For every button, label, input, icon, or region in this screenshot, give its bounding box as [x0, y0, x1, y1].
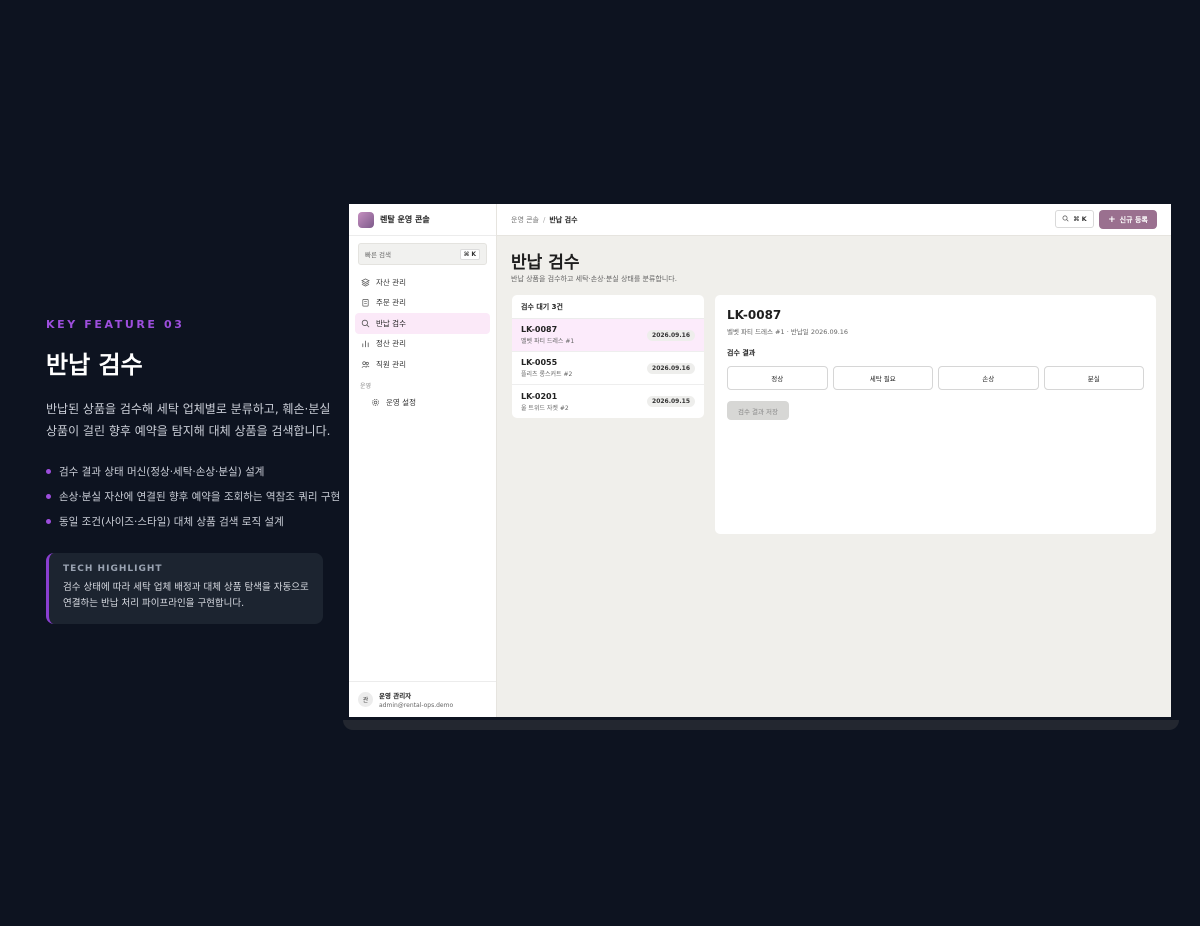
tech-highlight-card: TECH HIGHLIGHT 검수 상태에 따라 세탁 업체 배정과 대체 상품…: [46, 553, 323, 624]
sidebar-item-label: 자산 관리: [376, 277, 406, 287]
breadcrumb-current: 반납 검수: [549, 215, 578, 224]
queue-row[interactable]: LK-0201 울 트위드 자켓 #2 2026.09.15: [512, 385, 704, 418]
bullet-dot-icon: [46, 494, 51, 499]
sidebar-nav: 자산 관리 주문 관리 반납 검수 정산 관리 직원 관리 운영 운영 설정: [349, 272, 496, 413]
sidebar-item-label: 주문 관리: [376, 298, 406, 308]
bullet-dot-icon: [46, 469, 51, 474]
tech-highlight-label: TECH HIGHLIGHT: [63, 564, 163, 574]
user-name: 운영 관리자: [379, 692, 412, 700]
breadcrumb-separator: /: [543, 215, 546, 224]
plus-icon: +: [1108, 214, 1116, 225]
sidebar-item-label: 운영 설정: [386, 398, 416, 408]
row-name: 울 트위드 자켓 #2: [521, 404, 569, 412]
top-search-shortcut: ⌘ K: [1073, 215, 1087, 223]
quick-search-input[interactable]: 빠른 검색 ⌘ K: [358, 243, 487, 265]
bullet-text: 손상·분실 자산에 연결된 향후 예약을 조회하는 역참조 쿼리 구현: [59, 491, 341, 503]
sidebar-item-label: 직원 관리: [376, 359, 406, 369]
feature-bullet: 손상·분실 자산에 연결된 향후 예약을 조회하는 역참조 쿼리 구현: [46, 489, 340, 514]
sidebar-item-label: 반납 검수: [376, 318, 406, 328]
user-info: 운영 관리자 admin@rental-ops.demo: [379, 690, 453, 709]
sidebar-item-ops-settings[interactable]: 운영 설정: [355, 393, 490, 414]
top-search-button[interactable]: ⌘ K: [1055, 210, 1094, 228]
nav-section-label: 운영: [360, 382, 372, 390]
search-icon: [360, 318, 370, 328]
row-code: LK-0201: [521, 391, 558, 401]
new-register-button[interactable]: + 신규 등록: [1099, 210, 1157, 229]
feature-bullets: 검수 결과 상태 머신(정상·세탁·손상·분실) 설계 손상·분실 자산에 연결…: [46, 464, 340, 539]
row-date-badge: 2026.09.16: [647, 362, 695, 374]
inspection-queue: 검수 대기 3건 LK-0087 벨벳 파티 드레스 #1 2026.09.16…: [512, 295, 704, 418]
brand-logo-icon: [358, 211, 374, 228]
users-icon: [360, 359, 370, 369]
brand[interactable]: 렌탈 운영 콘솔: [349, 204, 496, 236]
row-date-badge: 2026.09.16: [647, 329, 695, 341]
feature-panel: KEY FEATURE 03 반납 검수 반납된 상품을 검수해 세탁 업체별로…: [46, 318, 340, 624]
feature-title: 반납 검수: [46, 351, 143, 379]
quick-search-placeholder: 빠른 검색: [365, 251, 391, 259]
device-base: [343, 720, 1179, 730]
detail-meta: 벨벳 파티 드레스 #1 · 반납일 2026.09.16: [727, 328, 849, 336]
bullet-dot-icon: [46, 519, 51, 524]
row-code: LK-0055: [521, 358, 558, 367]
app-window: 렌탈 운영 콘솔 빠른 검색 ⌘ K 자산 관리 주문 관리 반납 검수 정산 …: [349, 204, 1171, 717]
page-title: 반납 검수: [511, 253, 580, 273]
search-icon: [1062, 215, 1069, 224]
queue-row[interactable]: LK-0087 벨벳 파티 드레스 #1 2026.09.16: [512, 319, 704, 352]
topbar: 운영 콘솔 / 반납 검수 ⌘ K + 신규 등록: [497, 204, 1171, 236]
result-label: 검수 결과: [727, 349, 756, 357]
sidebar-item-label: 정산 관리: [376, 339, 406, 349]
result-damaged-button[interactable]: 손상: [938, 366, 1039, 390]
save-result-button[interactable]: 검수 결과 저장: [727, 401, 789, 420]
queue-row-info: LK-0055 플리츠 롱스커트 #2: [521, 358, 572, 378]
bullet-text: 동일 조건(사이즈·스타일) 대체 상품 검색 로직 설계: [59, 516, 284, 528]
gear-icon: [370, 398, 380, 408]
inspection-detail: LK-0087 벨벳 파티 드레스 #1 · 반납일 2026.09.16 검수…: [715, 295, 1156, 534]
sidebar: 렌탈 운영 콘솔 빠른 검색 ⌘ K 자산 관리 주문 관리 반납 검수 정산 …: [349, 204, 497, 717]
bullet-text: 검수 결과 상태 머신(정상·세탁·손상·분실) 설계: [59, 466, 265, 478]
row-name: 벨벳 파티 드레스 #1: [521, 338, 575, 345]
feature-description: 반납된 상품을 검수해 세탁 업체별로 분류하고, 훼손·분실 상품이 걸린 향…: [46, 402, 331, 438]
brand-name: 렌탈 운영 콘솔: [380, 215, 430, 224]
tech-highlight-text: 검수 상태에 따라 세탁 업체 배정과 대체 상품 탐색을 자동으로 연결하는 …: [63, 582, 309, 609]
queue-header: 검수 대기 3건: [512, 295, 704, 319]
new-register-label: 신규 등록: [1119, 215, 1148, 224]
sidebar-item-assets[interactable]: 자산 관리: [355, 272, 490, 293]
queue-row-info: LK-0087 벨벳 파티 드레스 #1: [521, 325, 574, 345]
page-subtitle: 반납 상품을 검수하고 세탁·손상·분실 상태를 분류합니다.: [511, 275, 677, 283]
clipboard-icon: [360, 298, 370, 308]
sidebar-item-settlement[interactable]: 정산 관리: [355, 334, 490, 355]
result-wash-button[interactable]: 세탁 필요: [832, 366, 933, 390]
result-lost-button[interactable]: 분실: [1043, 366, 1144, 390]
row-code: LK-0087: [521, 325, 558, 334]
avatar: 관: [358, 692, 373, 707]
queue-row[interactable]: LK-0055 플리츠 롱스커트 #2 2026.09.16: [512, 352, 704, 385]
result-options: 정상 세탁 필요 손상 분실: [727, 366, 1144, 390]
layers-icon: [360, 277, 370, 287]
sidebar-item-staff[interactable]: 직원 관리: [355, 354, 490, 375]
sidebar-item-orders[interactable]: 주문 관리: [355, 293, 490, 314]
row-name: 플리츠 롱스커트 #2: [521, 371, 573, 378]
bar-chart-icon: [360, 339, 370, 349]
feature-eyebrow: KEY FEATURE 03: [46, 318, 185, 331]
result-normal-button[interactable]: 정상: [727, 366, 828, 390]
user-profile[interactable]: 관 운영 관리자 admin@rental-ops.demo: [349, 681, 496, 717]
quick-search-shortcut: ⌘ K: [459, 248, 480, 260]
feature-bullet: 검수 결과 상태 머신(정상·세탁·손상·분실) 설계: [46, 464, 336, 489]
feature-bullet: 동일 조건(사이즈·스타일) 대체 상품 검색 로직 설계: [46, 514, 336, 539]
row-date-badge: 2026.09.15: [647, 396, 695, 407]
sidebar-item-return-inspection[interactable]: 반납 검수: [355, 313, 490, 334]
user-email: admin@rental-ops.demo: [379, 702, 454, 709]
breadcrumb-root[interactable]: 운영 콘솔: [511, 215, 539, 225]
detail-code: LK-0087: [727, 308, 782, 322]
queue-row-info: LK-0201 울 트위드 자켓 #2: [521, 392, 569, 412]
main-content: 운영 콘솔 / 반납 검수 ⌘ K + 신규 등록 반납 검수 반납 상품을 검…: [497, 204, 1171, 717]
